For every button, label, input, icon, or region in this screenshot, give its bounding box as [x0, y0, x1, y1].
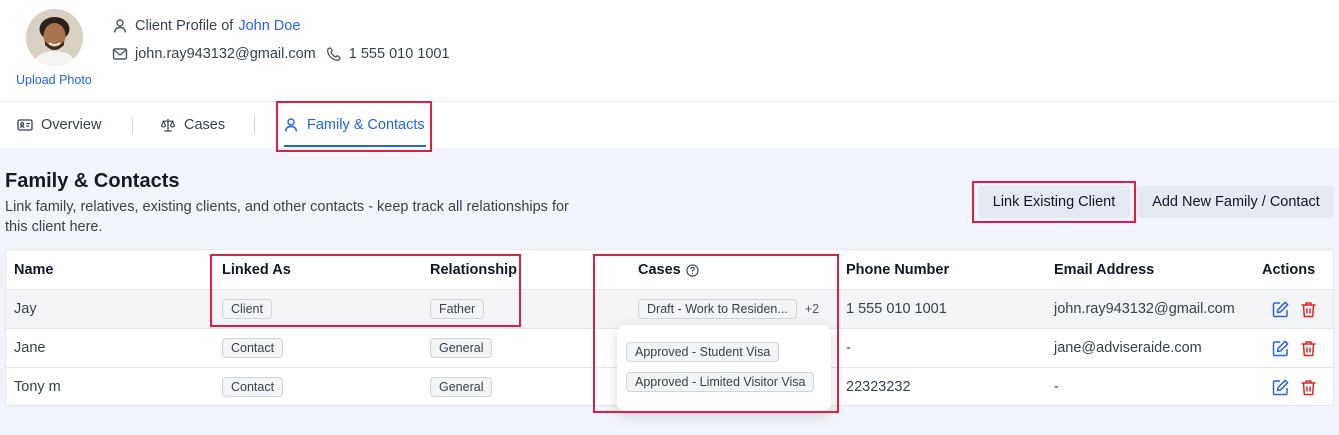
- case-badge[interactable]: Draft - Work to Residen...: [638, 299, 797, 319]
- row-actions: [1271, 290, 1318, 328]
- linked-as-badge: Contact: [222, 377, 284, 397]
- column-header-cases-label: Cases: [638, 262, 681, 278]
- relationship-badge: General: [430, 377, 493, 397]
- add-new-contact-button[interactable]: Add New Family / Contact: [1138, 186, 1334, 218]
- tab-divider: [132, 116, 133, 134]
- row-actions: [1271, 368, 1318, 406]
- relationship-badge: Father: [430, 299, 485, 319]
- trash-icon[interactable]: [1299, 339, 1318, 358]
- edit-icon[interactable]: [1271, 339, 1290, 358]
- row-name: Jay: [14, 301, 37, 317]
- user-icon: [112, 18, 128, 34]
- avatar-photo: [26, 9, 83, 66]
- avatar[interactable]: [26, 9, 83, 66]
- client-name-link[interactable]: John Doe: [238, 18, 300, 34]
- trash-icon[interactable]: [1299, 378, 1318, 397]
- linked-as-badge: Client: [222, 299, 272, 319]
- scale-icon: [160, 117, 176, 133]
- user-icon: [283, 117, 299, 133]
- client-email: john.ray943132@gmail.com: [135, 46, 316, 62]
- edit-icon[interactable]: [1271, 378, 1290, 397]
- more-cases-count[interactable]: +2: [805, 302, 819, 316]
- relationship-badge: General: [430, 338, 493, 358]
- linked-as-badge: Contact: [222, 338, 284, 358]
- linked-as-cell: Contact: [222, 329, 284, 367]
- cases-popover: Approved - Student Visa Approved - Limit…: [617, 325, 831, 411]
- row-email: john.ray943132@gmail.com: [1054, 301, 1235, 317]
- tab-bar: Overview Cases Family & Contacts: [0, 102, 1339, 148]
- tab-divider: [254, 116, 255, 134]
- row-name: Tony m: [14, 379, 61, 395]
- row-actions: [1271, 329, 1318, 367]
- help-circle-icon[interactable]: [686, 263, 699, 277]
- tab-cases-label: Cases: [184, 117, 226, 133]
- table-row[interactable]: Jay Client Father Draft - Work to Reside…: [6, 289, 1333, 328]
- column-header-linked-as: Linked As: [222, 262, 291, 278]
- trash-icon[interactable]: [1299, 300, 1318, 319]
- relationship-cell: Father: [430, 290, 485, 328]
- row-phone: -: [846, 340, 851, 356]
- popover-case-badge[interactable]: Approved - Student Visa: [626, 342, 780, 362]
- tab-family-contacts-label: Family & Contacts: [307, 117, 425, 133]
- tab-family-contacts[interactable]: Family & Contacts: [283, 102, 425, 148]
- relationship-cell: General: [430, 368, 493, 406]
- popover-case-badge[interactable]: Approved - Limited Visitor Visa: [626, 372, 815, 392]
- relationship-cell: General: [430, 329, 493, 367]
- cases-cell: Draft - Work to Residen... +2: [638, 290, 819, 328]
- row-phone: 22323232: [846, 379, 911, 395]
- column-header-actions: Actions: [1262, 262, 1316, 278]
- profile-title: Client Profile of John Doe: [112, 18, 300, 34]
- tab-overview-label: Overview: [41, 117, 102, 133]
- column-header-name: Name: [14, 262, 54, 278]
- tab-cases[interactable]: Cases: [160, 102, 225, 148]
- column-header-phone: Phone Number: [846, 262, 950, 278]
- linked-as-cell: Contact: [222, 368, 284, 406]
- row-email: -: [1054, 379, 1059, 395]
- edit-icon[interactable]: [1271, 300, 1290, 319]
- column-header-cases: Cases: [638, 262, 699, 278]
- active-tab-indicator: [284, 145, 426, 147]
- contact-info: john.ray943132@gmail.com 1 555 010 1001: [112, 46, 450, 62]
- row-name: Jane: [14, 340, 46, 356]
- row-phone: 1 555 010 1001: [846, 301, 947, 317]
- mail-icon: [112, 46, 128, 62]
- linked-as-cell: Client: [222, 290, 272, 328]
- client-phone: 1 555 010 1001: [348, 46, 450, 62]
- row-email: jane@adviseraide.com: [1054, 340, 1202, 356]
- profile-header: Upload Photo Client Profile of John Doe …: [0, 0, 1339, 102]
- section-description: Link family, relatives, existing clients…: [5, 199, 569, 235]
- link-existing-client-button[interactable]: Link Existing Client: [978, 186, 1130, 218]
- phone-wrap: 1 555 010 1001: [326, 46, 450, 62]
- id-card-icon: [17, 117, 33, 133]
- upload-photo-link[interactable]: Upload Photo: [16, 73, 92, 87]
- phone-icon: [326, 46, 342, 62]
- column-header-email: Email Address: [1054, 262, 1155, 278]
- profile-prefix: Client Profile of: [135, 18, 234, 34]
- section-title: Family & Contacts: [5, 170, 180, 192]
- column-header-relationship: Relationship: [430, 262, 518, 278]
- tab-overview[interactable]: Overview: [17, 102, 101, 148]
